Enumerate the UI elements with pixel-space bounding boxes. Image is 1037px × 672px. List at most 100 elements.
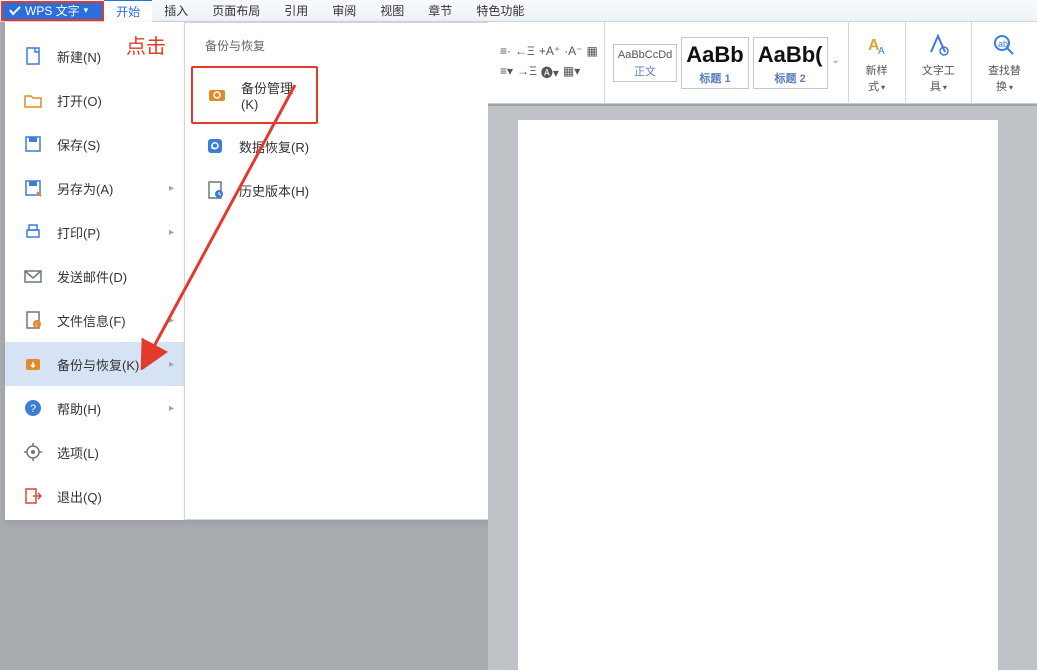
newstyle-group: AA 新样式▾ <box>849 22 906 104</box>
print-icon <box>23 222 43 242</box>
dropdown-arrow-icon: ▾ <box>84 5 89 16</box>
tab-3[interactable]: 引用 <box>272 0 320 22</box>
data-recover-icon <box>205 136 225 156</box>
svg-text:ab: ab <box>998 39 1008 49</box>
save-icon <box>23 134 43 154</box>
file-new-icon <box>23 46 43 66</box>
menu-item-label: 退出(Q) <box>57 487 102 506</box>
chevron-right-icon: ▸ <box>169 183 174 194</box>
style-preset[interactable]: AaBb( 标题 2 <box>753 37 828 89</box>
tab-2[interactable]: 页面布局 <box>200 0 272 22</box>
chevron-right-icon: ▸ <box>169 227 174 238</box>
borders-icon[interactable]: ▦▾ <box>563 64 580 81</box>
ribbon: ≡· ←Ξ +A⁺ ·A⁻ ▦ ≡▾ →Ξ 🅐▾ ▦▾ AaBbCcDd正文Aa… <box>488 22 1037 104</box>
paragraph-group: ≡· ←Ξ +A⁺ ·A⁻ ▦ ≡▾ →Ξ 🅐▾ ▦▾ <box>494 22 605 104</box>
svg-text:?: ? <box>30 403 36 415</box>
titlebar: WPS 文字 ▾ 开始插入页面布局引用审阅视图章节特色功能 <box>0 0 1037 22</box>
style-preset[interactable]: AaBb 标题 1 <box>681 37 748 89</box>
style-preset[interactable]: AaBbCcDd 正文 <box>613 44 677 82</box>
style-sample: AaBb( <box>758 42 823 67</box>
menu-item-label: 打开(O) <box>57 91 102 110</box>
help-icon: ? <box>23 398 43 418</box>
menu-item-label: 文件信息(F) <box>57 311 126 330</box>
svg-text:i: i <box>36 323 37 329</box>
menu-item-label: 另存为(A) <box>57 179 113 198</box>
menu-item-label: 备份与恢复(K) <box>57 355 139 374</box>
paragraph-icons: ≡· ←Ξ +A⁺ ·A⁻ ▦ ≡▾ →Ξ 🅐▾ ▦▾ <box>500 44 598 81</box>
menu-item-help[interactable]: ? 帮助(H) ▸ <box>5 386 184 430</box>
menu-item-label: 发送邮件(D) <box>57 267 127 286</box>
menu-item-save[interactable]: 保存(S) <box>5 122 184 166</box>
find-replace-button[interactable]: ab 查找替换▾ <box>978 32 1031 94</box>
tab-4[interactable]: 审阅 <box>320 0 368 22</box>
backup-submenu-panel: 备份与恢复 备份管理(K) 数据恢复(R) 历史版本(H) <box>184 22 489 520</box>
menu-item-label: 新建(N) <box>57 47 101 66</box>
tab-1[interactable]: 插入 <box>152 0 200 22</box>
find-replace-icon: ab <box>991 32 1017 58</box>
tab-0[interactable]: 开始 <box>104 0 152 22</box>
annotation-label: 点击 <box>126 30 166 59</box>
background-under-menu <box>5 520 489 670</box>
new-style-button[interactable]: AA 新样式▾ <box>855 32 899 94</box>
wps-logo-icon <box>9 5 21 17</box>
submenu-title: 备份与恢复 <box>185 23 488 66</box>
fill-color-icon[interactable]: 🅐▾ <box>541 64 559 81</box>
menu-item-label: 打印(P) <box>57 223 100 242</box>
indent-right-icon[interactable]: →Ξ <box>517 64 537 81</box>
style-sample: AaBb <box>686 42 743 67</box>
submenu-item-label: 备份管理(K) <box>241 78 310 112</box>
styles-expand-icon[interactable]: ⌄ <box>830 55 842 70</box>
menu-item-label: 保存(S) <box>57 135 100 154</box>
style-label: 标题 2 <box>758 70 823 86</box>
menu-item-save-as[interactable]: 另存为(A) ▸ <box>5 166 184 210</box>
style-label: 正文 <box>618 63 672 79</box>
indent-icon[interactable]: ←Ξ <box>515 44 535 58</box>
menu-item-label: 帮助(H) <box>57 399 101 418</box>
menu-item-exit[interactable]: 退出(Q) <box>5 474 184 518</box>
tab-6[interactable]: 章节 <box>416 0 464 22</box>
file-info-icon: i <box>23 310 43 330</box>
font-decrease-icon[interactable]: ·A⁻ <box>564 44 582 58</box>
menu-item-label: 选项(L) <box>57 443 99 462</box>
options-icon <box>23 442 43 462</box>
submenu-item-data-recover[interactable]: 数据恢复(R) <box>185 124 488 168</box>
list-icon[interactable]: ≡· <box>500 44 511 58</box>
menu-item-options[interactable]: 选项(L) <box>5 430 184 474</box>
chevron-right-icon: ▸ <box>169 403 174 414</box>
menu-item-file-info[interactable]: i文件信息(F)▸ <box>5 298 184 342</box>
submenu-item-label: 数据恢复(R) <box>239 137 309 156</box>
backup-mgr-icon <box>207 85 227 105</box>
ribbon-tabs: 开始插入页面布局引用审阅视图章节特色功能 <box>104 0 536 22</box>
document-area <box>488 104 1037 670</box>
backup-icon <box>23 354 43 374</box>
texttool-group: 文字工具▾ <box>906 22 972 104</box>
new-style-icon: AA <box>864 32 890 58</box>
font-increase-icon[interactable]: +A⁺ <box>539 44 560 58</box>
exit-icon <box>23 486 43 506</box>
style-sample: AaBbCcDd <box>618 49 672 61</box>
svg-text:A: A <box>878 46 885 57</box>
find-group: ab 查找替换▾ <box>972 22 1037 104</box>
save-as-icon <box>23 178 43 198</box>
submenu-item-label: 历史版本(H) <box>239 181 309 200</box>
app-menu-button[interactable]: WPS 文字 ▾ <box>1 1 104 21</box>
menu-item-backup[interactable]: 备份与恢复(K) ▸ <box>5 342 184 386</box>
submenu-item-backup-mgr[interactable]: 备份管理(K) <box>191 66 318 124</box>
tab-7[interactable]: 特色功能 <box>464 0 536 22</box>
style-label: 标题 1 <box>686 70 743 86</box>
border-icon[interactable]: ▦ <box>587 44 598 58</box>
menu-item-print[interactable]: 打印(P) ▸ <box>5 210 184 254</box>
text-tool-button[interactable]: 文字工具▾ <box>912 32 965 94</box>
page[interactable] <box>518 120 998 672</box>
menu-item-mail[interactable]: 发送邮件(D) <box>5 254 184 298</box>
mail-icon <box>23 266 43 286</box>
align-icon[interactable]: ≡▾ <box>500 64 513 81</box>
folder-open-icon <box>23 90 43 110</box>
submenu-item-history[interactable]: 历史版本(H) <box>185 168 488 212</box>
chevron-right-icon: ▸ <box>169 359 174 370</box>
menu-item-folder-open[interactable]: 打开(O) <box>5 78 184 122</box>
text-tool-icon <box>925 32 951 58</box>
history-icon <box>205 180 225 200</box>
styles-group: AaBbCcDd 正文 AaBb 标题 1 AaBb( 标题 2 ⌄ <box>605 22 849 104</box>
tab-5[interactable]: 视图 <box>368 0 416 22</box>
